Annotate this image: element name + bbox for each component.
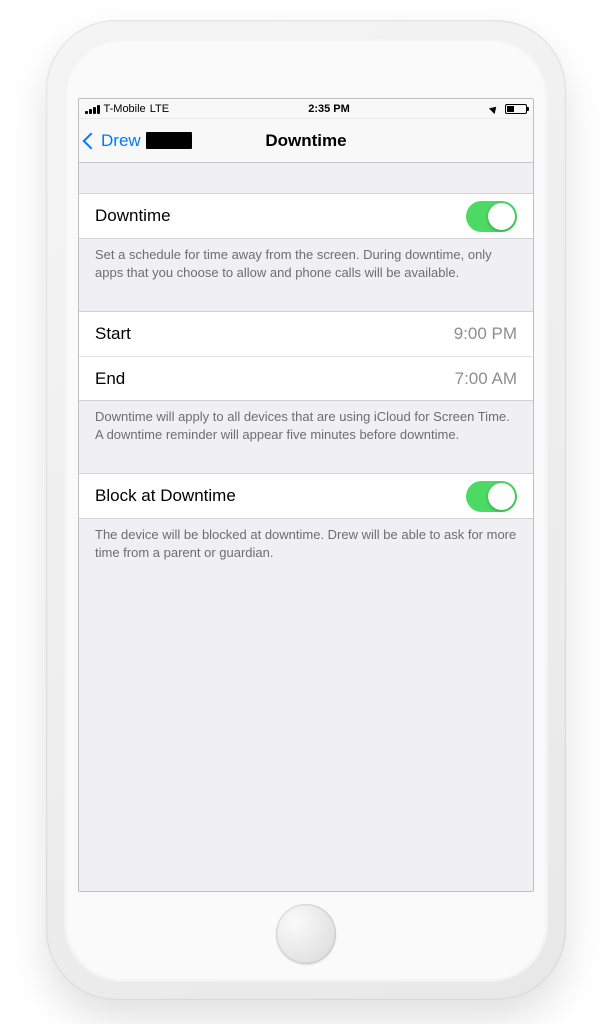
downtime-group: Downtime: [79, 193, 533, 239]
schedule-group: Start 9:00 PM End 7:00 AM: [79, 311, 533, 401]
end-label: End: [95, 369, 125, 389]
redacted-text: [146, 132, 192, 149]
end-row[interactable]: End 7:00 AM: [79, 356, 533, 400]
phone-frame: T-Mobile LTE 2:35 PM Drew Downtime: [46, 20, 566, 1000]
battery-icon: [505, 104, 527, 114]
status-bar: T-Mobile LTE 2:35 PM: [79, 99, 533, 119]
block-label: Block at Downtime: [95, 486, 236, 506]
downtime-toggle[interactable]: [466, 201, 517, 232]
home-button[interactable]: [276, 904, 336, 964]
chevron-left-icon: [83, 132, 100, 149]
screen: T-Mobile LTE 2:35 PM Drew Downtime: [78, 98, 534, 892]
phone-inner: T-Mobile LTE 2:35 PM Drew Downtime: [64, 38, 548, 982]
downtime-footer: Set a schedule for time away from the sc…: [79, 239, 533, 281]
settings-body: Downtime Set a schedule for time away fr…: [79, 163, 533, 891]
start-row[interactable]: Start 9:00 PM: [79, 312, 533, 356]
nav-bar: Drew Downtime: [79, 119, 533, 163]
downtime-label: Downtime: [95, 206, 171, 226]
block-toggle[interactable]: [466, 481, 517, 512]
downtime-row: Downtime: [79, 194, 533, 238]
carrier-text: T-Mobile: [104, 103, 146, 115]
back-label: Drew: [101, 131, 141, 151]
schedule-footer: Downtime will apply to all devices that …: [79, 401, 533, 443]
network-text: LTE: [150, 103, 169, 115]
toggle-knob: [488, 483, 515, 510]
start-label: Start: [95, 324, 131, 344]
block-footer: The device will be blocked at downtime. …: [79, 519, 533, 561]
block-group: Block at Downtime: [79, 473, 533, 519]
end-value: 7:00 AM: [455, 369, 517, 389]
location-icon: [489, 103, 499, 113]
clock: 2:35 PM: [308, 103, 350, 115]
toggle-knob: [488, 203, 515, 230]
back-button[interactable]: Drew: [85, 131, 192, 151]
start-value: 9:00 PM: [454, 324, 517, 344]
signal-icon: [85, 104, 100, 114]
block-row: Block at Downtime: [79, 474, 533, 518]
